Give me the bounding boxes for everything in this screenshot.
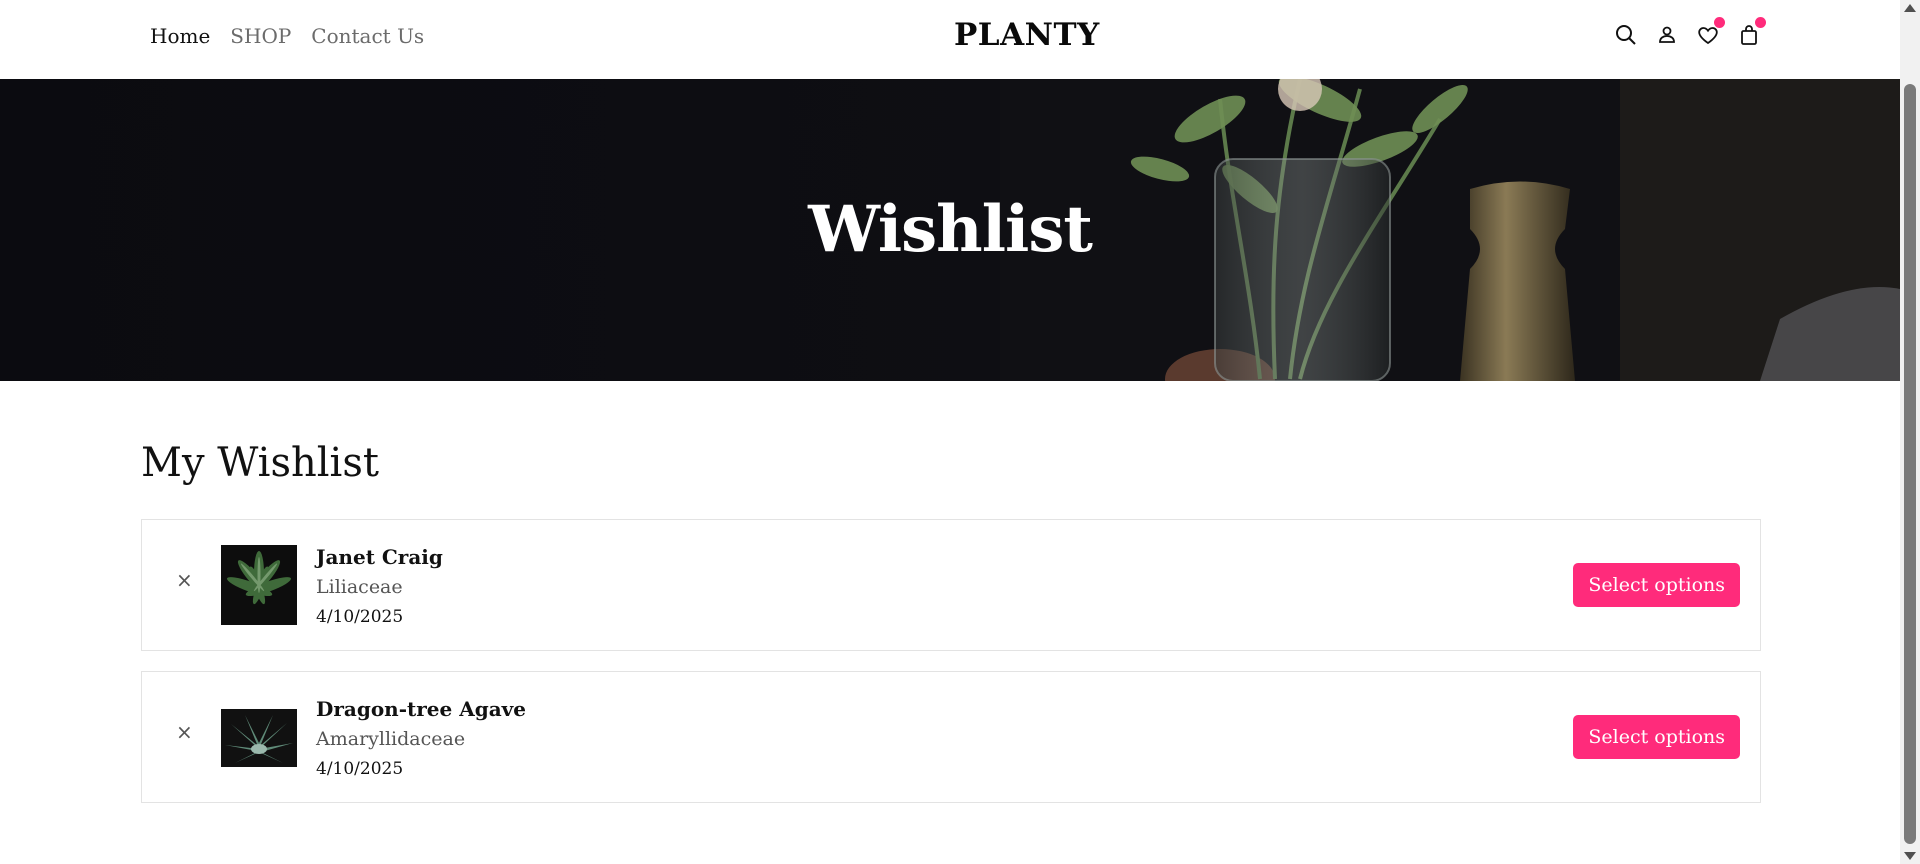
- wishlist-list: × Janet Craig Liliaceae 4/10/2025 Select…: [141, 519, 1761, 823]
- product-name[interactable]: Dragon-tree Agave: [316, 694, 526, 724]
- wishlist-heart-icon[interactable]: [1696, 17, 1725, 47]
- scroll-down-arrow-icon[interactable]: [1904, 852, 1916, 860]
- page-scrollbar[interactable]: [1900, 0, 1920, 864]
- hero-title: Wishlist: [808, 191, 1093, 267]
- hero-banner: Wishlist: [0, 79, 1900, 381]
- cart-badge: [1755, 17, 1766, 28]
- wishlist-heading: My Wishlist: [141, 440, 379, 486]
- remove-item-button[interactable]: ×: [176, 722, 193, 742]
- cart-bag-icon[interactable]: [1737, 17, 1766, 47]
- product-thumbnail[interactable]: [221, 709, 297, 767]
- wishlist-item: × Janet Craig Liliaceae 4/10/2025 Select…: [141, 519, 1761, 651]
- product-thumbnail[interactable]: [221, 545, 297, 625]
- select-options-button[interactable]: Select options: [1573, 563, 1740, 607]
- site-logo[interactable]: PLANTY: [954, 17, 1100, 53]
- nav-home-link[interactable]: Home: [150, 24, 210, 48]
- scroll-up-arrow-icon[interactable]: [1904, 4, 1916, 12]
- nav-contact-link[interactable]: Contact Us: [311, 24, 424, 48]
- item-info: Dragon-tree Agave Amaryllidaceae 4/10/20…: [316, 694, 526, 784]
- product-name[interactable]: Janet Craig: [316, 542, 443, 572]
- search-icon[interactable]: [1614, 23, 1638, 47]
- user-icon[interactable]: [1655, 23, 1679, 47]
- scrollbar-thumb[interactable]: [1904, 84, 1916, 844]
- wishlist-item: × Dragon-tree Agave Amaryllidaceae 4/10/…: [141, 671, 1761, 803]
- product-family: Liliaceae: [316, 576, 403, 598]
- wishlist-badge: [1714, 17, 1725, 28]
- site-header: Home SHOP Contact Us PLANTY: [0, 0, 1900, 80]
- product-family: Amaryllidaceae: [316, 728, 466, 750]
- main-nav: Home SHOP Contact Us: [150, 24, 424, 48]
- item-info: Janet Craig Liliaceae 4/10/2025: [316, 542, 443, 632]
- nav-shop-link[interactable]: SHOP: [230, 24, 291, 48]
- added-date: 4/10/2025: [316, 759, 404, 779]
- select-options-button[interactable]: Select options: [1573, 715, 1740, 759]
- added-date: 4/10/2025: [316, 607, 404, 627]
- remove-item-button[interactable]: ×: [176, 570, 193, 590]
- header-icons: [1614, 17, 1766, 47]
